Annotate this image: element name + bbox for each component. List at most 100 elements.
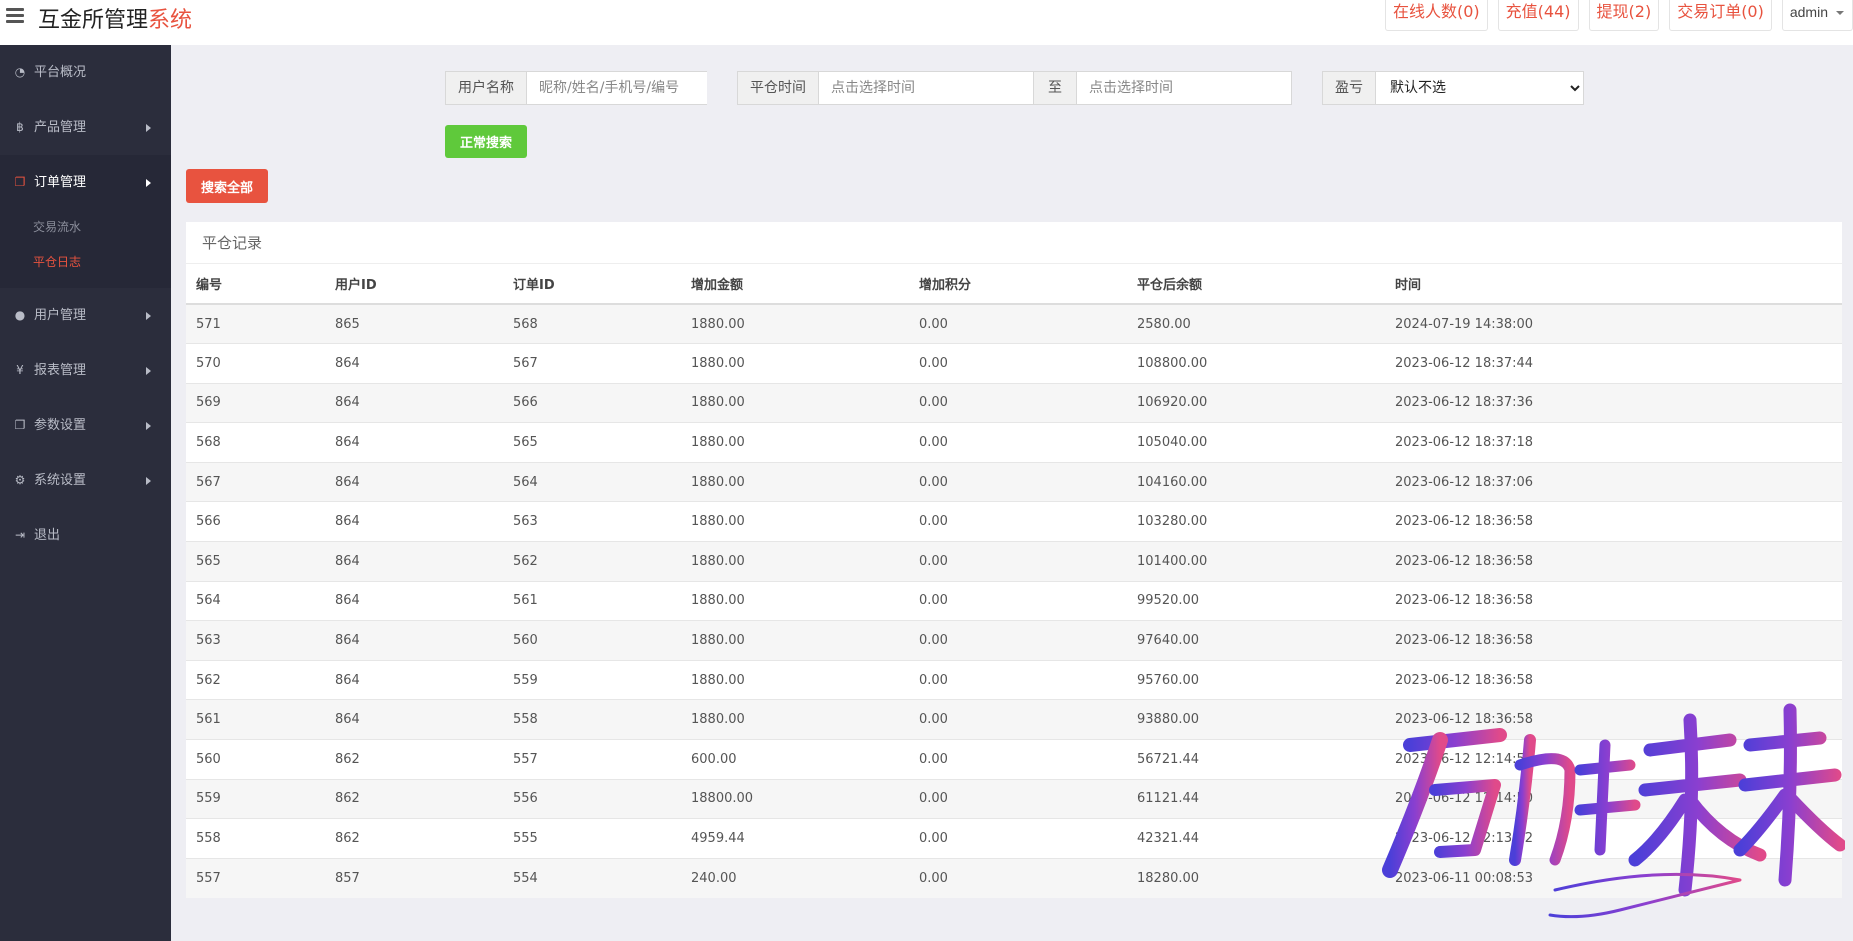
table-cell: 864 (325, 501, 503, 542)
sidebar-item-label: 平台概况 (34, 65, 87, 80)
table-cell: 0.00 (909, 382, 1127, 423)
table-cell: 564 (503, 461, 681, 502)
brand-main: 互金所管理 (38, 8, 149, 33)
table-cell: 61121.44 (1127, 778, 1385, 819)
profit-select[interactable]: 默认不选 (1376, 72, 1583, 104)
close-records-table: 编号 用户ID 订单ID 增加金额 增加积分 平仓后余额 时间 571 865 56… (186, 264, 1842, 898)
withdraw-button[interactable]: 提现(2) (1588, 0, 1660, 31)
table-cell: 0.00 (909, 739, 1127, 780)
table-cell: 561 (503, 580, 681, 621)
table-cell: 18800.00 (681, 778, 909, 819)
column-header: 增加金额 (681, 264, 909, 305)
copy-icon: ❐ (14, 418, 26, 432)
table-cell: 1880.00 (681, 422, 909, 463)
table-cell: 566 (186, 501, 325, 542)
subnav-item-close-log[interactable]: 平仓日志 (0, 245, 171, 280)
table-cell: 600.00 (681, 739, 909, 780)
table-cell: 240.00 (681, 857, 909, 898)
table-cell: 101400.00 (1127, 541, 1385, 582)
table-cell: 566 (503, 382, 681, 423)
sidebar-item-params[interactable]: ❐ 参数设置 (0, 398, 171, 453)
chevron-right-icon (146, 179, 151, 187)
table-cell: 558 (503, 699, 681, 740)
sidebar-item-label: 参数设置 (34, 418, 87, 433)
profit-field-group: 盈亏 默认不选 (1322, 71, 1584, 105)
table-cell: 862 (325, 778, 503, 819)
table-cell: 864 (325, 541, 503, 582)
sidebar-item-products[interactable]: ฿ 产品管理 (0, 100, 171, 155)
sidebar-item-reports[interactable]: ¥ 报表管理 (0, 343, 171, 398)
table-row: 567 864 564 1880.00 0.00 104160.00 2023-06-12 … (186, 461, 1842, 502)
table-cell: 2023-06-12 12:14:58 (1385, 739, 1842, 780)
trade-orders-button[interactable]: 交易订单(0) (1669, 0, 1772, 31)
sidebar: ◔ 平台概况 ฿产品管理 ❐ 订单管理 交易流水 平仓日志 ● 用户管理 ¥ 报表管理 … (0, 45, 171, 941)
column-header: 订单ID (503, 264, 681, 305)
table-cell: 1880.00 (681, 699, 909, 740)
time-from-input[interactable] (819, 72, 1033, 104)
table-row: 562 864 559 1880.00 0.00 95760.00 2023-06-12 1… (186, 659, 1842, 700)
table-row: 564 864 561 1880.00 0.00 99520.00 2023-06-12 1… (186, 580, 1842, 621)
table-row: 571 865 568 1880.00 0.00 2580.00 2024-07-19 14… (186, 303, 1842, 344)
sidebar-item-label: 系统设置 (34, 473, 87, 488)
username-input[interactable] (527, 72, 707, 104)
table-cell: 563 (186, 620, 325, 661)
chevron-right-icon (146, 124, 151, 132)
table-cell: 95760.00 (1127, 659, 1385, 700)
table-cell: 1880.00 (681, 461, 909, 502)
table-cell: 864 (325, 699, 503, 740)
table-row: 557 857 554 240.00 0.00 18280.00 2023-06-11 00… (186, 857, 1842, 898)
table-cell: 864 (325, 659, 503, 700)
table-cell: 1880.00 (681, 303, 909, 344)
table-cell: 0.00 (909, 501, 1127, 542)
sidebar-item-dashboard[interactable]: ◔ 平台概况 (0, 45, 171, 100)
normal-search-button[interactable]: 正常搜索 (445, 125, 527, 158)
table-cell: 561 (186, 699, 325, 740)
table-row: 559 862 556 18800.00 0.00 61121.44 2023-06-12 … (186, 778, 1842, 819)
table-cell: 565 (503, 422, 681, 463)
table-cell: 56721.44 (1127, 739, 1385, 780)
sidebar-item-label: 退出 (34, 528, 61, 543)
menu-toggle-icon[interactable] (6, 8, 24, 24)
table-cell: 105040.00 (1127, 422, 1385, 463)
sign-out-icon: ⇥ (14, 528, 26, 542)
search-all-button[interactable]: 搜索全部 (186, 169, 268, 203)
table-cell: 108800.00 (1127, 343, 1385, 384)
table-cell: 42321.44 (1127, 818, 1385, 859)
column-header: 时间 (1385, 264, 1842, 305)
table-cell: 864 (325, 620, 503, 661)
table-cell: 0.00 (909, 422, 1127, 463)
table-cell: 97640.00 (1127, 620, 1385, 661)
table-cell: 0.00 (909, 343, 1127, 384)
online-users-button[interactable]: 在线人数(0) (1384, 0, 1488, 31)
table-cell: 0.00 (909, 778, 1127, 819)
table-row: 558 862 555 4959.44 0.00 42321.44 2023-06-12 1… (186, 818, 1842, 859)
recharge-button[interactable]: 充值(44) (1497, 0, 1579, 31)
table-row: 568 864 565 1880.00 0.00 105040.00 2023-06-12 … (186, 422, 1842, 463)
table-cell: 564 (186, 580, 325, 621)
username-field-group: 用户名称 (445, 71, 707, 105)
panel-title: 平仓记录 (186, 222, 1842, 264)
sidebar-item-users[interactable]: ● 用户管理 (0, 288, 171, 343)
time-to-input[interactable] (1077, 72, 1291, 104)
table-cell: 0.00 (909, 620, 1127, 661)
bitcoin-icon: ฿ (16, 120, 24, 134)
table-cell: 0.00 (909, 659, 1127, 700)
copy-icon: ❐ (14, 175, 26, 189)
sidebar-item-logout[interactable]: ⇥ 退出 (0, 508, 171, 563)
profit-label: 盈亏 (1323, 72, 1376, 104)
table-cell: 2023-06-12 18:36:58 (1385, 659, 1842, 700)
table-cell: 2023-06-12 18:37:18 (1385, 422, 1842, 463)
sidebar-item-orders[interactable]: ❐ 订单管理 (0, 155, 171, 210)
user-menu[interactable]: admin (1781, 0, 1853, 31)
table-cell: 2023-06-12 18:36:58 (1385, 501, 1842, 542)
sidebar-item-system[interactable]: ⚙ 系统设置 (0, 453, 171, 508)
table-cell: 93880.00 (1127, 699, 1385, 740)
table-cell: 1880.00 (681, 501, 909, 542)
orders-submenu: 交易流水 平仓日志 (0, 210, 171, 288)
table-cell: 862 (325, 818, 503, 859)
subnav-item-trade-flow[interactable]: 交易流水 (0, 210, 171, 245)
table-cell: 2023-06-12 18:36:58 (1385, 620, 1842, 661)
table-cell: 1880.00 (681, 659, 909, 700)
table-cell: 1880.00 (681, 541, 909, 582)
user-name: admin (1789, 4, 1828, 20)
